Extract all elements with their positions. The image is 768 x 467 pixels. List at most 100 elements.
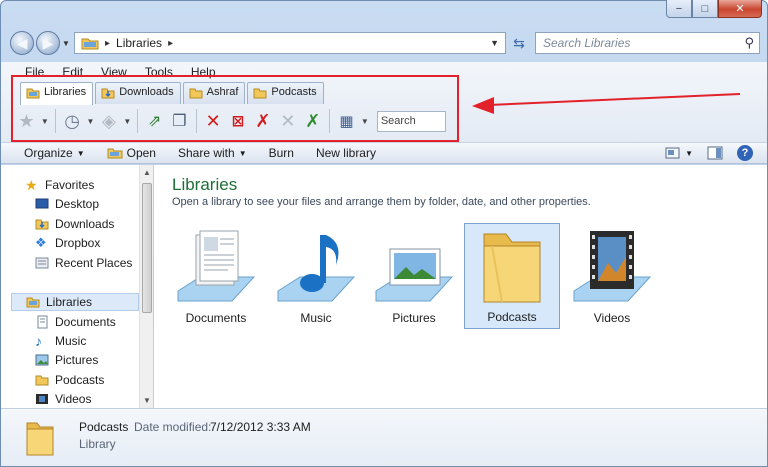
details-modified-value: 7/12/2012 3:33 AM bbox=[210, 420, 311, 434]
breadcrumb-libraries[interactable]: Libraries bbox=[116, 36, 162, 50]
recent-places-icon bbox=[35, 257, 49, 269]
dropbox-icon: ❖ bbox=[35, 235, 47, 250]
organize-button[interactable]: Organize ▼ bbox=[24, 146, 85, 160]
downloads-icon bbox=[35, 219, 49, 230]
details-name: Podcasts bbox=[79, 420, 129, 434]
library-label: Documents bbox=[185, 311, 247, 325]
nav-item-videos[interactable]: Videos bbox=[35, 390, 91, 408]
favorites-star-icon: ★ bbox=[25, 177, 38, 193]
nav-item-desktop[interactable]: Desktop bbox=[35, 195, 99, 213]
music-library-icon bbox=[277, 235, 356, 302]
library-music[interactable]: Music bbox=[268, 225, 364, 331]
chevron-down-icon: ▼ bbox=[76, 148, 85, 158]
burn-button[interactable]: Burn bbox=[269, 146, 294, 160]
library-label: Pictures bbox=[392, 311, 436, 325]
nav-label: Music bbox=[55, 334, 87, 348]
pictures-library-icon bbox=[375, 248, 454, 302]
recent-pages-dropdown[interactable]: ▼ bbox=[62, 39, 70, 48]
change-view-icon bbox=[665, 147, 680, 159]
annotation-highlight-box bbox=[11, 75, 459, 142]
content-title: Libraries bbox=[172, 175, 238, 194]
navigation-pane: ★ Favorites Desktop Downloads ❖ Dropbox … bbox=[1, 165, 153, 408]
chevron-down-icon: ▼ bbox=[238, 148, 247, 158]
documents-library-icon bbox=[177, 230, 256, 302]
search-libraries-input[interactable]: Search Libraries ⚲ bbox=[535, 32, 760, 54]
videos-library-icon bbox=[573, 231, 652, 302]
libraries-folder-icon bbox=[81, 38, 99, 50]
nav-item-podcasts[interactable]: Podcasts bbox=[35, 371, 104, 389]
nav-pane-scrollbar[interactable]: ▲ ▼ bbox=[139, 165, 153, 408]
pictures-icon bbox=[35, 354, 49, 366]
back-button[interactable]: ◀ bbox=[10, 31, 34, 55]
nav-item-downloads[interactable]: Downloads bbox=[35, 215, 114, 233]
breadcrumb-chevron-icon[interactable]: ▸ bbox=[168, 38, 173, 49]
nav-item-dropbox[interactable]: ❖ Dropbox bbox=[35, 234, 100, 252]
library-videos[interactable]: Videos bbox=[564, 225, 660, 331]
nav-label: Libraries bbox=[46, 295, 93, 309]
nav-item-music[interactable]: ♪ Music bbox=[35, 332, 86, 350]
details-modified-label: Date modified: bbox=[134, 420, 212, 434]
nav-favorites[interactable]: ★ Favorites bbox=[25, 176, 94, 194]
nav-label: Pictures bbox=[55, 353, 99, 367]
music-note-icon: ♪ bbox=[35, 333, 42, 349]
library-label: Music bbox=[300, 311, 332, 325]
libraries-icon bbox=[26, 297, 40, 308]
content-subtitle: Open a library to see your files and arr… bbox=[172, 196, 591, 208]
open-button[interactable]: Open bbox=[107, 146, 156, 160]
podcasts-library-icon bbox=[483, 233, 541, 303]
library-pictures[interactable]: Pictures bbox=[366, 225, 462, 331]
details-pane: Podcasts Date modified: 7/12/2012 3:33 A… bbox=[1, 408, 767, 466]
breadcrumb-separator-icon[interactable]: ▸ bbox=[105, 38, 110, 49]
search-libraries-placeholder: Search Libraries bbox=[543, 36, 631, 50]
nav-item-pictures[interactable]: Pictures bbox=[35, 351, 98, 369]
share-with-label: Share with bbox=[177, 146, 235, 160]
scroll-up-icon[interactable]: ▲ bbox=[143, 168, 151, 177]
nav-item-documents[interactable]: Documents bbox=[35, 313, 116, 331]
chevron-down-icon: ▼ bbox=[685, 148, 693, 158]
nav-item-recent-places[interactable]: Recent Places bbox=[35, 254, 132, 272]
new-library-button[interactable]: New library bbox=[316, 146, 376, 160]
content-pane: Libraries Open a library to see your fil… bbox=[154, 165, 767, 408]
preview-pane-icon[interactable] bbox=[707, 146, 723, 160]
refresh-icon[interactable]: ⇆ bbox=[508, 32, 530, 54]
nav-label: Downloads bbox=[55, 217, 115, 231]
podcasts-folder-icon bbox=[35, 375, 49, 386]
command-bar-right: ▼ ? bbox=[665, 145, 753, 161]
organize-label: Organize bbox=[24, 146, 73, 160]
nav-label: Documents bbox=[55, 315, 116, 329]
close-button[interactable]: ✕ bbox=[718, 0, 762, 18]
nav-label: Videos bbox=[55, 392, 92, 406]
nav-label: Desktop bbox=[55, 197, 100, 211]
address-bar[interactable]: ▸ Libraries ▸ ▼ bbox=[74, 32, 506, 54]
help-icon[interactable]: ? bbox=[737, 145, 753, 161]
search-icon[interactable]: ⚲ bbox=[744, 35, 754, 51]
address-dropdown-icon[interactable]: ▼ bbox=[490, 38, 499, 48]
forward-button[interactable]: ▶ bbox=[36, 31, 60, 55]
library-label: Videos bbox=[593, 311, 631, 325]
burn-label: Burn bbox=[268, 146, 294, 160]
podcasts-folder-icon bbox=[26, 422, 54, 456]
videos-icon bbox=[36, 394, 48, 404]
nav-label: Favorites bbox=[45, 178, 95, 192]
share-with-button[interactable]: Share with ▼ bbox=[178, 146, 247, 160]
open-label: Open bbox=[126, 146, 156, 160]
library-label: Podcasts bbox=[487, 310, 537, 324]
scroll-down-icon[interactable]: ▼ bbox=[143, 396, 151, 405]
desktop-icon bbox=[35, 198, 49, 209]
command-bar: Organize ▼ Open Share with ▼ Burn New li… bbox=[1, 142, 767, 164]
documents-icon bbox=[37, 315, 48, 329]
change-view-button[interactable]: ▼ bbox=[665, 147, 693, 159]
nav-label: Recent Places bbox=[55, 256, 133, 270]
library-podcasts[interactable]: Podcasts bbox=[464, 223, 560, 329]
library-documents[interactable]: Documents bbox=[168, 225, 264, 331]
maximize-button[interactable]: □ bbox=[692, 0, 718, 18]
scrollbar-thumb[interactable] bbox=[142, 183, 152, 313]
nav-libraries[interactable]: Libraries bbox=[11, 293, 139, 311]
caption-buttons: − □ ✕ bbox=[666, 0, 762, 18]
nav-label: Dropbox bbox=[55, 236, 101, 250]
nav-label: Podcasts bbox=[55, 373, 105, 387]
new-library-label: New library bbox=[315, 146, 376, 160]
annotation-arrow bbox=[472, 93, 741, 114]
open-folder-icon bbox=[107, 148, 123, 159]
minimize-button[interactable]: − bbox=[666, 0, 692, 18]
